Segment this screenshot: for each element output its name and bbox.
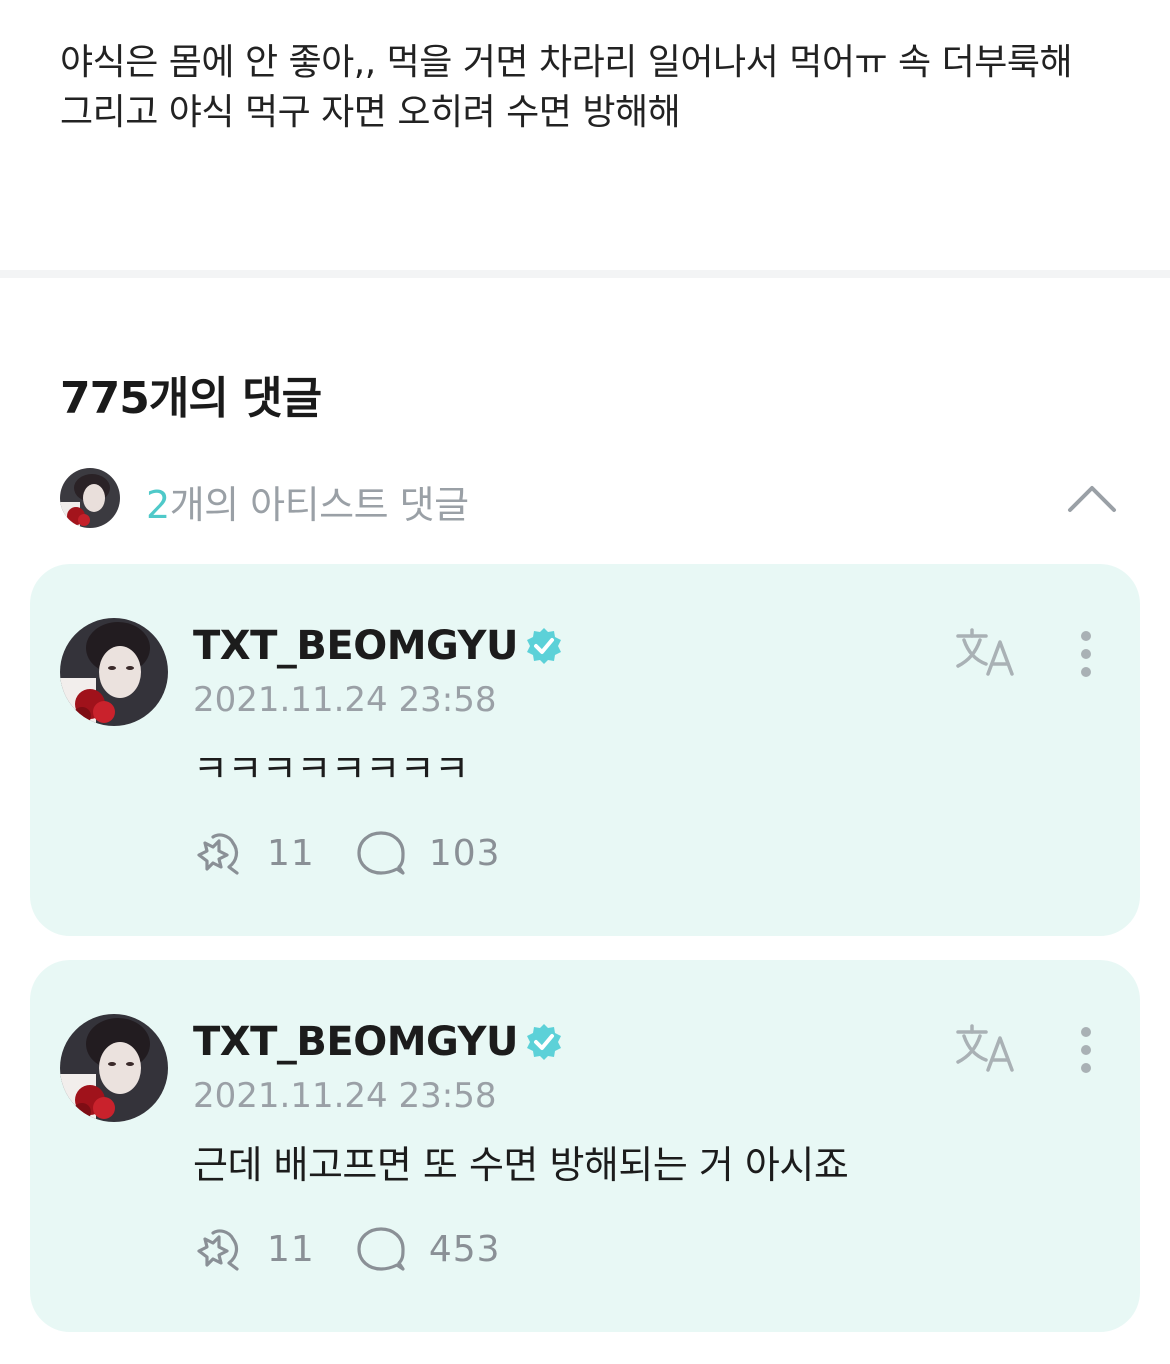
cheer-heart-icon [197, 1229, 239, 1271]
avatar[interactable] [60, 1014, 168, 1122]
artist-comment-card: TXT_BEOMGYU 2021.11.24 23:58 ㅋㅋㅋㅋㅋㅋㅋㅋ 11… [30, 564, 1140, 936]
author-row: TXT_BEOMGYU [193, 1016, 564, 1068]
reply-bubble-icon [357, 1227, 405, 1271]
author-name[interactable]: TXT_BEOMGYU [193, 623, 518, 669]
post-body: 야식은 몸에 안 좋아,, 먹을 거면 차라리 일어나서 먹어ㅠ 속 더부룩해 … [60, 38, 1120, 138]
comment-date: 2021.11.24 23:58 [193, 1076, 497, 1116]
comment-text: 근데 배고프면 또 수면 방해되는 거 아시죠 [193, 1143, 849, 1187]
artist-comments-toggle[interactable]: 2개의 아티스트 댓글 [60, 466, 1120, 530]
chevron-up-icon[interactable] [1064, 472, 1120, 522]
artist-avatar [60, 468, 120, 528]
comment-actions: 11 103 [193, 828, 541, 878]
more-vertical-icon[interactable] [1070, 626, 1102, 682]
cheer-count: 11 [267, 1228, 315, 1270]
reply-button[interactable]: 103 [355, 829, 501, 877]
reply-count: 453 [428, 1228, 501, 1270]
cheer-count: 11 [267, 832, 315, 874]
translate-icon[interactable] [954, 626, 1020, 682]
avatar[interactable] [60, 618, 168, 726]
verified-badge-icon [526, 1024, 561, 1060]
artist-comment-card: TXT_BEOMGYU 2021.11.24 23:58 근데 배고프면 또 수… [30, 960, 1140, 1332]
verified-badge-icon [526, 628, 561, 664]
comments-count-title: 775개의 댓글 [60, 373, 322, 424]
author-row: TXT_BEOMGYU [193, 620, 564, 672]
cheer-heart-icon [197, 833, 239, 875]
comment-actions: 11 453 [193, 1224, 541, 1274]
more-vertical-icon[interactable] [1070, 1022, 1102, 1078]
artist-comments-label: 2개의 아티스트 댓글 [146, 474, 469, 529]
comment-date: 2021.11.24 23:58 [193, 680, 497, 720]
cheer-button[interactable]: 11 [193, 829, 315, 877]
reply-bubble-icon [357, 831, 405, 875]
cheer-button[interactable]: 11 [193, 1225, 315, 1273]
artist-comments-text: 개의 아티스트 댓글 [169, 483, 469, 527]
translate-icon[interactable] [954, 1022, 1020, 1078]
post-line: 야식은 몸에 안 좋아,, 먹을 거면 차라리 일어나서 먹어ㅠ 속 더부룩해 [60, 42, 1073, 83]
author-name[interactable]: TXT_BEOMGYU [193, 1019, 518, 1065]
artist-comments-count: 2 [146, 483, 170, 527]
section-divider [0, 270, 1170, 278]
comment-text: ㅋㅋㅋㅋㅋㅋㅋㅋ [193, 747, 469, 791]
reply-button[interactable]: 453 [355, 1225, 501, 1273]
reply-count: 103 [428, 832, 501, 874]
post-line: 그리고 야식 먹구 자면 오히려 수면 방해해 [60, 92, 681, 133]
